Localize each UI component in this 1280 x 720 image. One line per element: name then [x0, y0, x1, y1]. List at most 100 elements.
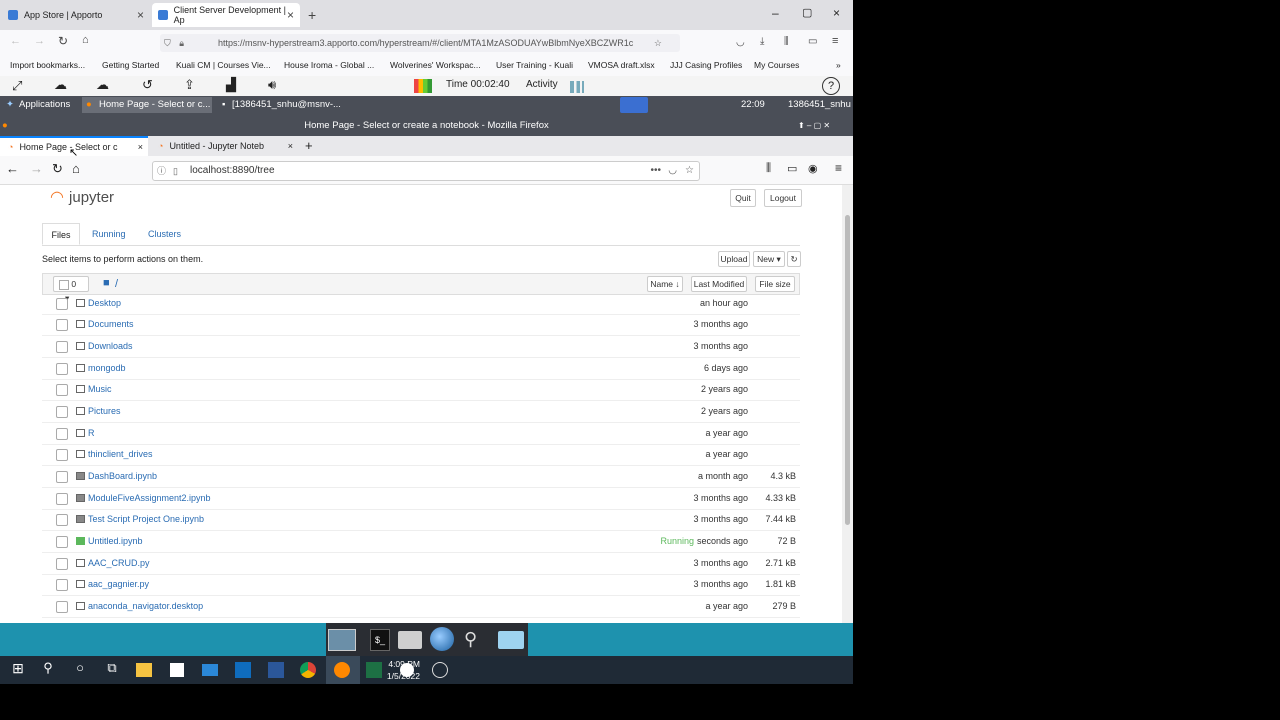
home-folder-icon[interactable] — [398, 631, 422, 649]
reload-icon[interactable]: ↻ — [52, 161, 63, 177]
chrome-icon[interactable] — [300, 662, 316, 678]
row-checkbox[interactable] — [56, 601, 68, 613]
item-name[interactable]: Documents — [88, 319, 134, 329]
menu-icon[interactable]: ≡ — [835, 161, 842, 175]
sort-name-button[interactable]: Name ↓ — [647, 276, 683, 292]
search-icon[interactable]: ⚲ — [464, 629, 477, 650]
bookmark-item[interactable]: User Training - Kuali — [496, 60, 573, 70]
home-icon[interactable]: ⌂ — [82, 34, 89, 46]
list-item[interactable]: Documents 3 months ago — [42, 315, 800, 336]
list-item[interactable]: Untitled.ipynb Running seconds ago 72 B — [42, 532, 800, 553]
list-item[interactable]: DashBoard.ipynb a month ago 4.3 kB — [42, 467, 800, 488]
list-item[interactable]: Desktop an hour ago — [42, 294, 800, 315]
item-name[interactable]: R — [88, 428, 95, 438]
bookmark-item[interactable]: JJJ Casing Profiles — [670, 60, 742, 70]
window-controls[interactable]: ⬆ – ▢ ✕ — [798, 114, 830, 138]
refresh-icon[interactable]: ↻ — [787, 251, 801, 267]
folder-icon[interactable]: ■ — [103, 277, 110, 289]
item-name[interactable]: mongodb — [88, 363, 126, 373]
bookmark-item[interactable]: Import bookmarks... — [10, 60, 85, 70]
search-icon[interactable]: ⚲ — [38, 660, 58, 680]
new-tab-icon[interactable]: + — [305, 138, 313, 153]
list-item[interactable]: mongodb 6 days ago — [42, 359, 800, 380]
back-icon[interactable]: ← — [10, 35, 21, 47]
obs-icon[interactable] — [432, 662, 448, 678]
applications-menu[interactable]: Applications — [19, 99, 70, 110]
item-name[interactable]: aac_gagnier.py — [88, 579, 149, 589]
row-checkbox[interactable] — [56, 558, 68, 570]
bookmark-star-icon[interactable]: ☆ — [685, 162, 694, 180]
forward-icon[interactable]: → — [30, 161, 43, 176]
share-icon[interactable]: ⇪ — [184, 77, 195, 93]
sort-modified-button[interactable]: Last Modified — [691, 276, 747, 292]
bookmark-item[interactable]: Kuali CM | Courses Vie... — [176, 60, 271, 70]
show-desktop-icon[interactable] — [328, 629, 356, 651]
workspace-switcher[interactable] — [620, 97, 648, 113]
tab-clusters[interactable]: Clusters — [148, 229, 181, 239]
item-name[interactable]: anaconda_navigator.desktop — [88, 601, 203, 611]
file-explorer-icon[interactable] — [136, 663, 152, 677]
page-actions-icon[interactable]: ••• — [650, 162, 661, 180]
help-icon[interactable]: ? — [822, 77, 840, 95]
item-name[interactable]: Untitled.ipynb — [88, 536, 143, 546]
item-name[interactable]: Downloads — [88, 341, 133, 351]
page-scrollbar[interactable] — [842, 185, 853, 623]
ff-tab-untitled[interactable]: ◔ Untitled - Jupyter Noteb × — [150, 136, 298, 156]
firefox-icon[interactable] — [334, 662, 350, 678]
web-browser-icon[interactable] — [430, 627, 454, 651]
list-item[interactable]: ModuleFiveAssignment2.ipynb 3 months ago 4… — [42, 489, 800, 510]
row-checkbox[interactable] — [56, 536, 68, 548]
cortana-icon[interactable]: ○ — [70, 660, 90, 680]
download-icon[interactable]: ⤓ — [760, 36, 764, 47]
account-icon[interactable]: ◉ — [808, 162, 818, 175]
row-checkbox[interactable] — [56, 579, 68, 591]
taskbar-terminal[interactable]: ▪ [1386451_snhu@msnv-... — [218, 97, 348, 113]
back-icon[interactable]: ← — [6, 161, 19, 176]
excel-icon[interactable] — [366, 662, 382, 678]
files-icon[interactable] — [498, 631, 524, 649]
store-icon[interactable] — [170, 663, 184, 677]
item-name[interactable]: thinclient_drives — [88, 449, 153, 459]
bookmark-item[interactable]: VMOSA draft.xlsx — [588, 60, 655, 70]
item-name[interactable]: AAC_CRUD.py — [88, 558, 150, 568]
tab-files[interactable]: Files — [42, 223, 80, 245]
bookmark-item[interactable]: House Iroma - Global ... — [284, 60, 374, 70]
item-name[interactable]: Desktop — [88, 298, 121, 308]
select-all-checkbox[interactable] — [59, 279, 69, 290]
item-name[interactable]: Pictures — [88, 406, 121, 416]
scrollbar-thumb[interactable] — [845, 215, 850, 525]
list-item[interactable]: Test Script Project One.ipynb 3 months ag… — [42, 510, 800, 531]
task-view-icon[interactable]: ⧉ — [102, 660, 122, 680]
close-window-icon[interactable]: × — [833, 6, 840, 20]
row-checkbox[interactable] — [56, 319, 68, 331]
menu-icon[interactable]: ≡ — [832, 35, 838, 47]
outer-url-bar[interactable]: ⛉ 🔒︎ https://msnv-hyperstream3.apporto.c… — [160, 34, 680, 52]
list-item[interactable]: Ra year ago — [42, 424, 800, 445]
outer-tab-client-server[interactable]: Client Server Development | Ap × — [152, 3, 300, 27]
minimize-icon[interactable]: – — [772, 6, 779, 20]
row-checkbox[interactable] — [56, 449, 68, 461]
sort-size-button[interactable]: File size — [755, 276, 795, 292]
list-item[interactable]: Pictures 2 years ago — [42, 402, 800, 423]
new-dropdown-button[interactable]: New ▾ — [753, 251, 785, 267]
bookmark-star-icon[interactable]: ☆ — [654, 34, 662, 52]
volume-icon[interactable]: 🔊︎ — [268, 77, 276, 93]
row-checkbox[interactable] — [56, 341, 68, 353]
sidebar-icon[interactable]: ▭ — [808, 36, 817, 47]
row-checkbox[interactable] — [56, 428, 68, 440]
stats-icon[interactable]: ▟ — [226, 77, 236, 93]
list-item[interactable]: AAC_CRUD.py 3 months ago 2.71 kB — [42, 554, 800, 575]
item-name[interactable]: DashBoard.ipynb — [88, 471, 157, 481]
breadcrumb-root[interactable]: / — [115, 278, 118, 290]
windows-start-icon[interactable]: ⊞ — [8, 660, 28, 680]
reload-icon[interactable]: ↻ — [58, 34, 68, 48]
close-icon[interactable]: × — [288, 141, 293, 151]
library-icon[interactable]: ⫼ — [784, 36, 789, 47]
home-icon[interactable]: ⌂ — [72, 161, 80, 176]
list-item[interactable]: anaconda_navigator.desktop a year ago 279 … — [42, 597, 800, 618]
row-checkbox[interactable] — [56, 298, 68, 310]
pocket-icon[interactable]: ◡ — [668, 162, 677, 180]
sidebar-icon[interactable]: ▭ — [787, 162, 797, 175]
outer-tab-app-store[interactable]: App Store | Apporto × — [2, 3, 150, 27]
pocket-icon[interactable]: ◡ — [736, 37, 745, 48]
